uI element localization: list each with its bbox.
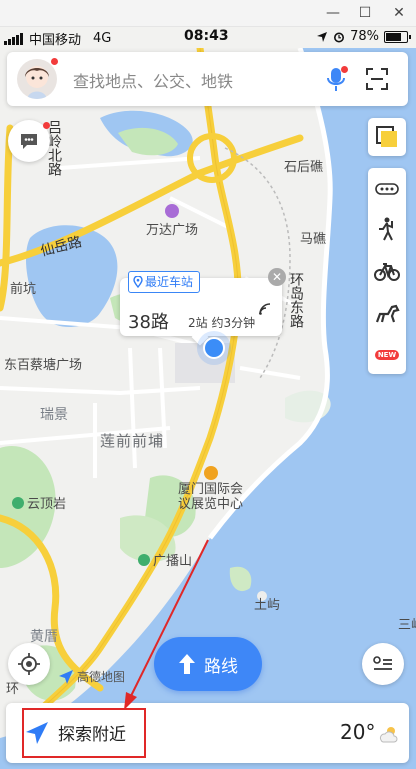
layers-button[interactable] <box>368 118 406 156</box>
search-bar[interactable]: 查找地点、公交、地铁 <box>7 52 408 106</box>
walker-icon <box>379 217 393 241</box>
amap-logo: 高德地图 <box>58 668 125 685</box>
more-button[interactable] <box>372 174 402 204</box>
ride-button[interactable] <box>372 298 402 328</box>
window-bar: — ☐ ✕ <box>0 0 416 27</box>
realtime-signal-icon <box>259 303 271 315</box>
map-label-yunding-text: 云顶岩 <box>27 497 67 512</box>
chat-icon <box>21 134 37 149</box>
search-input[interactable]: 查找地点、公交、地铁 <box>73 68 233 92</box>
status-time: 08:43 <box>184 28 229 44</box>
route-button[interactable]: 路线 <box>154 637 262 691</box>
more-icon <box>375 183 399 195</box>
close-popup-button[interactable]: ✕ <box>268 268 286 286</box>
mic-notification-dot <box>341 66 348 73</box>
walk-button[interactable] <box>372 214 402 244</box>
signal-icon <box>4 32 23 45</box>
weather-cloud-sun-icon <box>379 727 398 743</box>
maximize-button[interactable]: ☐ <box>350 3 380 23</box>
poi-shop-icon <box>165 204 179 218</box>
poi-park-icon <box>138 553 150 566</box>
current-location-marker <box>203 337 225 359</box>
map-label-guangbo: 广播山 <box>138 550 192 569</box>
pin-icon <box>133 276 143 288</box>
map-label-ruijing: 瑞景 <box>40 407 68 423</box>
avatar-notification-dot <box>51 58 58 65</box>
temperature-value: 20° <box>340 720 376 744</box>
minimize-button[interactable]: — <box>318 3 348 23</box>
map-label-center-line2: 议展览中心 <box>178 497 244 512</box>
map-label-wanda-text: 万达广场 <box>146 223 199 238</box>
alarm-icon <box>334 32 345 42</box>
map-label-yunding: 云顶岩 <box>12 493 66 512</box>
explore-nearby-button[interactable]: 探索附近 <box>58 720 126 745</box>
bus-station-card[interactable]: 最近车站 38路 2站 约3分钟 <box>120 271 282 336</box>
new-feature-button[interactable]: NEW <box>372 340 402 370</box>
map-label-guangbo-text: 广播山 <box>153 554 193 569</box>
scan-icon[interactable] <box>366 68 388 90</box>
battery-icon <box>384 30 411 43</box>
poi-mountain-icon <box>12 496 24 509</box>
map-label-shihoujiao: 石后礁 <box>284 160 324 175</box>
bike-icon <box>374 263 400 281</box>
explore-arrow-icon <box>26 722 48 744</box>
locate-button[interactable] <box>8 643 50 685</box>
right-tool-panel: NEW <box>368 168 406 374</box>
route-arrow-icon <box>179 654 195 674</box>
battery-percent: 78% <box>350 29 379 44</box>
new-badge: NEW <box>374 350 400 360</box>
amap-logo-icon <box>59 669 73 684</box>
layers-icon <box>376 126 397 147</box>
bus-arrival-info: 2站 约3分钟 <box>188 316 256 330</box>
network-label: 4G <box>93 31 112 46</box>
location-arrow-icon <box>317 31 328 42</box>
map-label-majiao: 马礁 <box>300 232 327 247</box>
map-label-lianqian: 莲前前埔 <box>100 432 165 450</box>
locate-icon <box>18 653 40 675</box>
poi-center-icon <box>203 466 218 480</box>
map-label-caitang: 东百蔡塘广场 <box>4 358 83 373</box>
explore-bar[interactable]: 探索附近 20° <box>6 703 409 763</box>
bus-line-number: 38路 <box>128 312 169 333</box>
map-label-tuyu: 土屿 <box>254 598 281 613</box>
bike-button[interactable] <box>372 256 402 286</box>
nearest-station-tag: 最近车站 <box>128 271 201 293</box>
map-label-xiamen-center: 厦门国际会 议展览中心 <box>178 466 243 512</box>
avatar[interactable] <box>17 59 57 99</box>
status-bar: 中国移动 4G 08:43 78% <box>0 26 416 48</box>
close-button[interactable]: ✕ <box>384 3 414 23</box>
list-icon <box>373 656 392 670</box>
map-label-center-line1: 厦门国际会 <box>178 482 244 497</box>
map-label-wanda: 万达广场 <box>146 204 198 238</box>
horse-icon <box>375 304 400 323</box>
carrier-label: 中国移动 <box>29 33 82 48</box>
nearest-station-label: 最近车站 <box>145 275 194 289</box>
list-view-button[interactable] <box>362 643 404 685</box>
message-notification-dot <box>43 122 50 129</box>
map-label-qiankeng: 前坑 <box>10 282 37 297</box>
amap-logo-text: 高德地图 <box>77 670 126 684</box>
map-label-sanxu: 三屿 <box>398 618 416 633</box>
map-label-road-huandao: 环岛东路 <box>288 272 304 328</box>
route-button-label: 路线 <box>204 656 238 677</box>
